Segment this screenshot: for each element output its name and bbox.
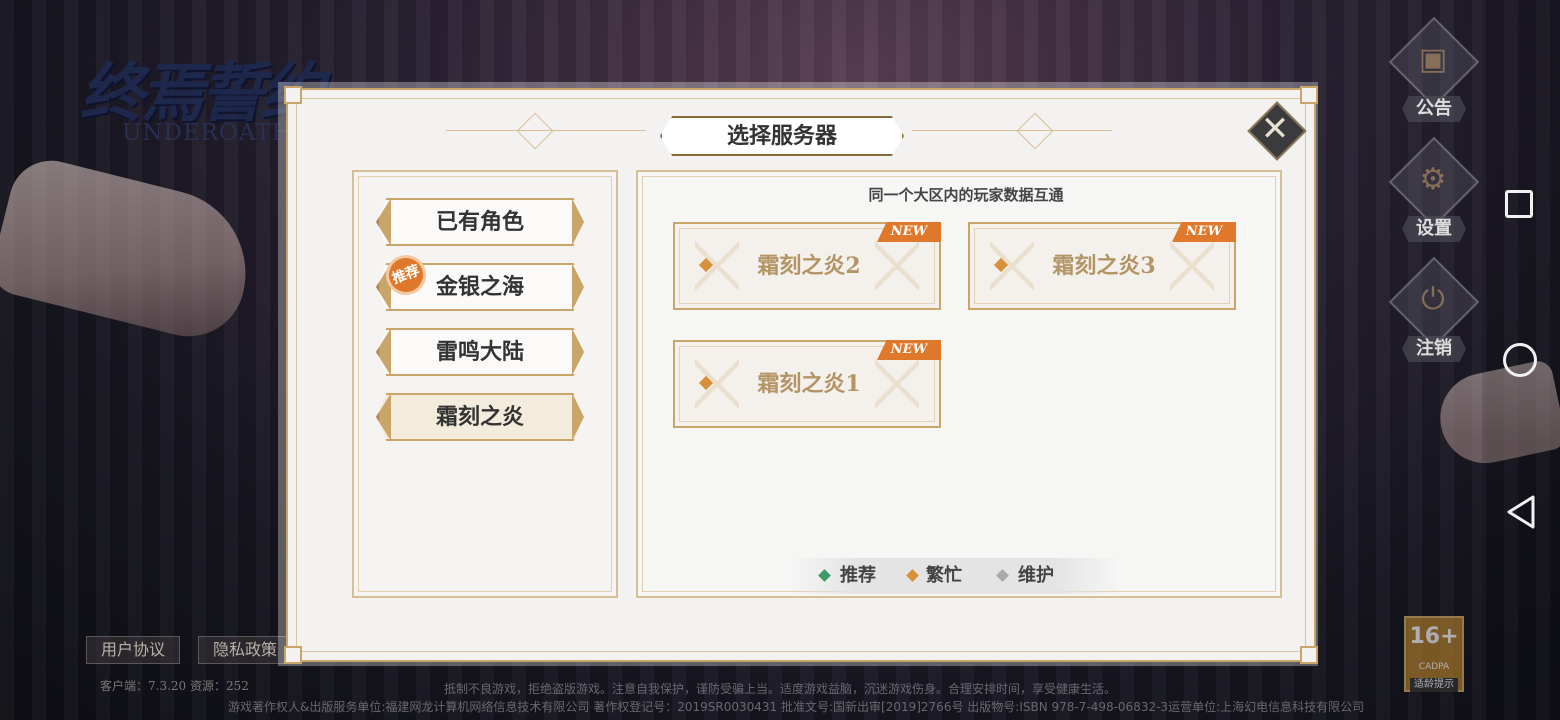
region-item-thunder-continent[interactable]: 雷鸣大陆 (376, 328, 584, 376)
legend-recommended-label: 推荐 (840, 565, 876, 586)
dialog-title-banner: 选择服务器 (660, 116, 904, 156)
server-status-legend: 推荐 繁忙 维护 (790, 558, 1120, 594)
region-item-label: 雷鸣大陆 (435, 339, 524, 365)
announcement-icon: ▣ (1418, 42, 1448, 77)
title-decoration-line (912, 130, 1112, 131)
logout-label: 注销 (1402, 336, 1466, 362)
settings-button[interactable]: ⚙ 设置 (1388, 136, 1480, 246)
server-card[interactable]: 霜刻之炎3 NEW (968, 222, 1236, 310)
status-busy-icon (906, 569, 919, 582)
dialog-corner (1300, 646, 1318, 664)
back-icon[interactable] (1506, 495, 1536, 529)
announcement-button[interactable]: ▣ 公告 (1388, 16, 1480, 126)
new-tag: NEW (1172, 222, 1236, 242)
status-recommended-icon (818, 569, 831, 582)
background-character-arm (0, 151, 264, 349)
new-tag: NEW (877, 340, 941, 360)
user-agreement-link[interactable]: 用户协议 (86, 636, 181, 664)
server-panel-description: 同一个大区内的玩家数据互通 (868, 186, 1064, 204)
power-icon: ⏻ (1421, 282, 1445, 317)
legend-busy-label: 繁忙 (926, 565, 962, 586)
announcement-label: 公告 (1402, 96, 1466, 122)
dialog-corner (1300, 86, 1318, 104)
new-tag: NEW (877, 222, 941, 242)
dialog-title: 选择服务器 (726, 123, 837, 149)
copyright-notice: 游戏著作权人&出版服务单位:福建网龙计算机网络信息技术有限公司 著作权登记号：2… (228, 700, 1365, 714)
close-icon: ✕ (1260, 109, 1290, 149)
settings-label: 设置 (1402, 216, 1466, 242)
dialog-corner (284, 646, 302, 664)
age-rating-badge[interactable]: 16+ CADPA 适龄提示 (1404, 616, 1464, 692)
server-card[interactable]: 霜刻之炎2 NEW (673, 222, 941, 310)
age-rating-number: 16+ (1409, 624, 1459, 649)
legend-maintenance-label: 维护 (1018, 565, 1054, 586)
recent-apps-icon[interactable] (1505, 190, 1533, 218)
health-notice: 抵制不良游戏，拒绝盗版游戏。注意自我保护，谨防受骗上当。适度游戏益脑，沉迷游戏伤… (443, 682, 1116, 696)
age-rating-org: CADPA (1418, 662, 1450, 672)
dialog-corner (284, 86, 302, 104)
logout-button[interactable]: ⏻ 注销 (1388, 256, 1480, 366)
age-rating-label: 适龄提示 (1410, 678, 1458, 692)
gear-icon: ⚙ (1419, 162, 1447, 197)
status-maintenance-icon (996, 569, 1009, 582)
region-item-label: 霜刻之炎 (435, 404, 524, 430)
server-card[interactable]: 霜刻之炎1 NEW (673, 340, 941, 428)
logo-title-en: UNDEROATH (122, 120, 293, 146)
home-icon[interactable] (1503, 343, 1537, 377)
region-item-frost-flame[interactable]: 霜刻之炎 (376, 393, 584, 441)
region-item-existing-characters[interactable]: 已有角色 (376, 198, 584, 246)
region-item-label: 已有角色 (435, 209, 524, 235)
close-button[interactable]: ✕ (1247, 101, 1307, 161)
